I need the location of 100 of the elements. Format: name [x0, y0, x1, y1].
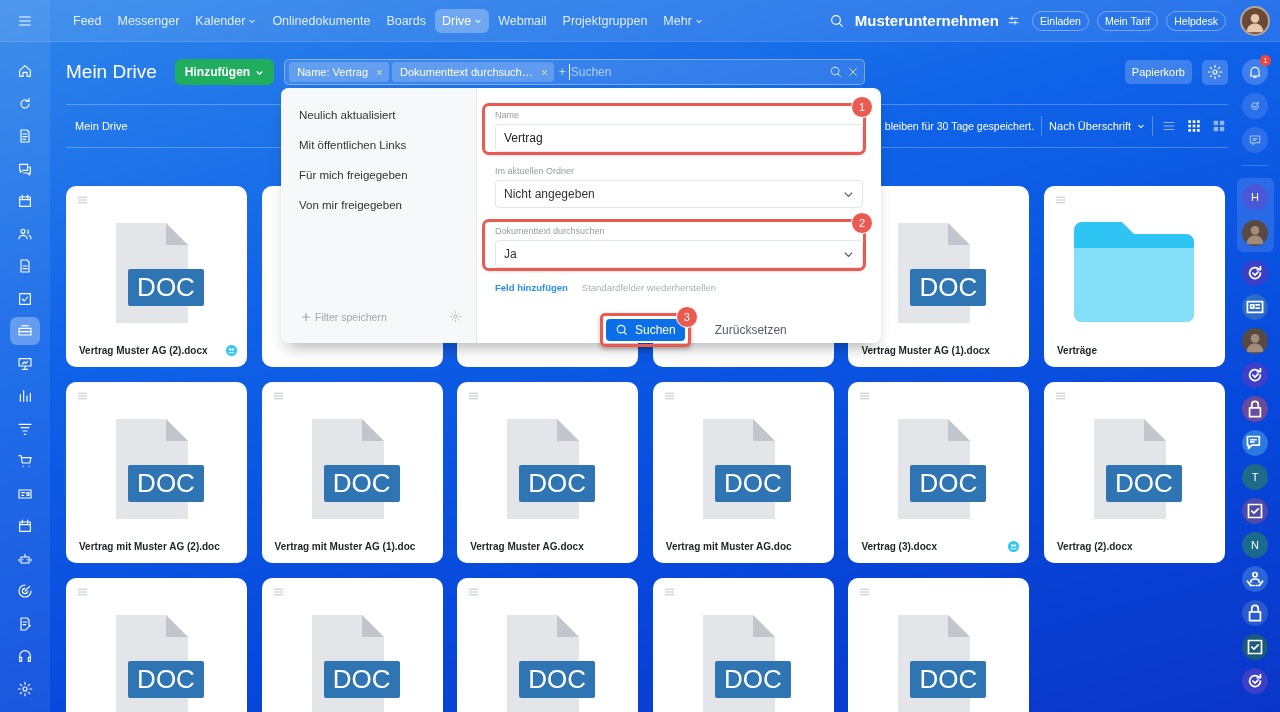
nav-item[interactable]: Mehr [656, 8, 710, 33]
drag-handle-icon[interactable] [77, 196, 88, 204]
file-type-label: DOC [128, 269, 204, 306]
settings-button[interactable] [1202, 59, 1228, 85]
id-card-icon[interactable] [1242, 294, 1268, 320]
file-card[interactable]: DOC Vertrag (3).docx [848, 382, 1030, 563]
chat-avatar[interactable]: T [1242, 464, 1268, 490]
drag-handle-icon[interactable] [1054, 196, 1066, 204]
close-icon[interactable] [540, 68, 548, 76]
nav-item[interactable]: Drive [435, 8, 490, 33]
add-field-link[interactable]: Feld hinzufügen [495, 282, 568, 293]
filter-chip[interactable]: Dokumenttext durchsuch… [392, 62, 554, 82]
drag-handle-icon[interactable] [859, 588, 871, 596]
file-name: Vertrag (3).docx [861, 541, 937, 552]
search-input[interactable]: Suchen [568, 64, 827, 80]
file-name: Vertrag mit Muster AG (2).doc [79, 541, 220, 552]
file-name: Vertrag mit Muster AG (1).doc [274, 541, 416, 552]
file-type-label: DOC [910, 661, 987, 698]
chat-avatar[interactable]: H [1242, 184, 1268, 210]
people-icon[interactable] [1242, 566, 1268, 592]
sidebar-item[interactable] [10, 317, 40, 345]
tiles-icon [1212, 119, 1226, 133]
field-label: Name [495, 110, 520, 120]
drag-handle-icon[interactable] [468, 392, 480, 400]
drag-handle-icon[interactable] [77, 588, 88, 596]
drag-handle-icon[interactable] [1054, 392, 1066, 400]
trash-button[interactable]: Papierkorb [1124, 60, 1192, 84]
close-icon[interactable] [376, 68, 384, 76]
file-type-label: DOC [910, 269, 987, 306]
nav-item[interactable]: Onlinedokumente [265, 8, 378, 33]
checkbox-icon[interactable] [1242, 498, 1268, 524]
breadcrumb[interactable]: Mein Drive [75, 120, 128, 132]
file-type-label: DOC [910, 465, 987, 502]
filter-preset[interactable]: Von mir freigegeben [299, 199, 476, 229]
nav-item[interactable]: Boards [379, 8, 433, 33]
nav-item[interactable]: Kalender [188, 8, 264, 33]
file-card[interactable]: DOC Vertrag Muster AG.docx [457, 382, 639, 563]
filter-preset[interactable]: Neulich aktualisiert [299, 109, 476, 139]
file-type-label: DOC [128, 661, 204, 698]
filter-preset[interactable]: Mit öffentlichen Links [299, 139, 476, 169]
checkbox-icon[interactable] [1242, 634, 1268, 660]
menu-button[interactable] [0, 0, 50, 42]
nav-item[interactable]: Feed [66, 8, 109, 33]
file-card[interactable]: DOC [457, 578, 639, 712]
file-name: Verträge [1056, 345, 1097, 356]
input-field[interactable]: Vertrag [495, 124, 863, 152]
rail-button[interactable] [1242, 93, 1268, 119]
search-icon[interactable] [829, 65, 844, 79]
reset-button[interactable]: Zurücksetzen [708, 322, 793, 338]
house-icon [17, 63, 33, 79]
file-card[interactable]: DOC Vertrag (2).docx [1043, 382, 1225, 563]
drag-handle-icon[interactable] [663, 392, 675, 400]
sync-icon[interactable] [1242, 260, 1268, 286]
chat-icon[interactable] [1242, 430, 1268, 456]
grid-icon [1187, 119, 1201, 133]
file-card[interactable]: Verträge [1043, 186, 1225, 367]
sort-dropdown[interactable]: Nach Überschrift [1049, 120, 1145, 132]
nav-item[interactable]: Projektgruppen [555, 8, 655, 33]
file-card[interactable]: DOC [652, 578, 834, 712]
filter-preset[interactable]: Für mich freigegeben [299, 169, 476, 199]
avatar[interactable] [1242, 328, 1268, 354]
search-field[interactable]: Name: Vertrag Dokumenttext durchsuch… + Suchen [284, 59, 866, 85]
search-icon[interactable] [828, 12, 845, 29]
company-name[interactable]: Musterunternehmen [854, 12, 999, 29]
file-card[interactable]: DOC [66, 578, 247, 712]
file-card[interactable]: DOC Vertrag mit Muster AG.doc [652, 382, 834, 563]
calendar-icon [17, 518, 33, 534]
drag-handle-icon[interactable] [272, 392, 284, 400]
settings-icon[interactable] [449, 310, 462, 323]
nav-item[interactable]: Messenger [110, 8, 187, 33]
file-card[interactable]: DOC Vertrag Muster AG (2).docx [66, 186, 247, 367]
nav-item[interactable]: Webmail [491, 8, 554, 33]
plus-icon [301, 311, 311, 322]
grid-view-button[interactable] [1185, 117, 1203, 135]
sync-icon[interactable] [1242, 362, 1268, 388]
sync-icon[interactable] [1242, 668, 1268, 694]
avatar[interactable] [1242, 220, 1268, 246]
chat-avatar[interactable]: N [1242, 532, 1268, 558]
file-card[interactable]: DOC [261, 578, 443, 712]
search-button[interactable]: Suchen [606, 319, 685, 341]
lock-icon[interactable] [1242, 600, 1268, 626]
file-card[interactable]: DOC [848, 578, 1030, 712]
file-card[interactable]: DOC Vertrag mit Muster AG (2).doc [66, 382, 247, 563]
rail-button[interactable] [1242, 127, 1268, 153]
drag-handle-icon[interactable] [859, 392, 871, 400]
select-field[interactable]: Ja [495, 240, 863, 268]
lock-icon[interactable] [1242, 396, 1268, 422]
add-button[interactable]: Hinzufügen [174, 59, 275, 85]
avatar[interactable] [1240, 5, 1270, 36]
filter-chip[interactable]: Name: Vertrag [289, 62, 390, 82]
drag-handle-icon[interactable] [468, 588, 480, 596]
page-title: Mein Drive [66, 61, 157, 83]
drag-handle-icon[interactable] [77, 392, 88, 400]
notice-text: bleiben für 30 Tage gespeichert. [884, 120, 1035, 132]
file-card[interactable]: DOC Vertrag mit Muster AG (1).doc [261, 382, 443, 563]
select-field[interactable]: Nicht angegeben [495, 180, 863, 208]
drag-handle-icon[interactable] [663, 588, 675, 596]
field-label: Dokumenttext durchsuchen [495, 226, 606, 236]
drag-handle-icon[interactable] [272, 588, 284, 596]
sliders-icon[interactable] [1007, 14, 1020, 27]
